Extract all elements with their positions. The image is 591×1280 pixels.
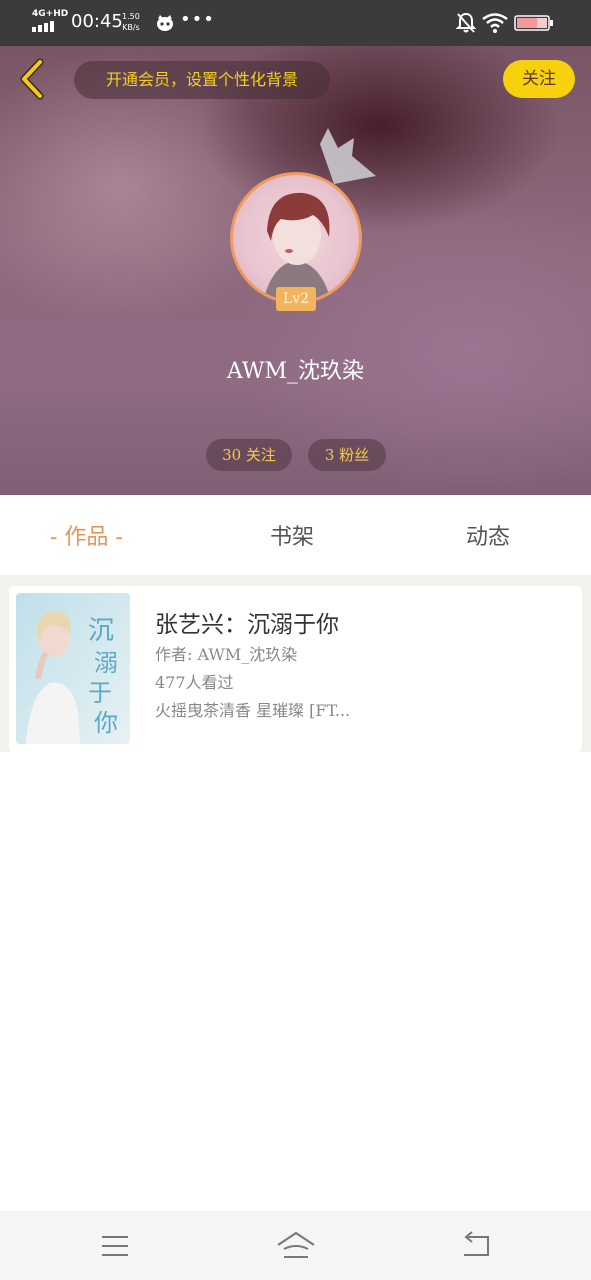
cover-text-1: 沉: [88, 616, 114, 646]
menu-icon[interactable]: [98, 1229, 132, 1263]
tab-bookshelf[interactable]: 书架: [270, 519, 314, 551]
bell-muted-icon: [456, 12, 476, 33]
tab-works[interactable]: - 作品 -: [50, 519, 123, 551]
battery-icon: [514, 15, 553, 31]
tab-activity[interactable]: 动态: [466, 519, 510, 551]
avatar[interactable]: [230, 172, 362, 304]
cover-text-2: 溺: [94, 649, 118, 677]
avatar-portrait: [263, 192, 331, 301]
following-count[interactable]: 30 关注: [206, 439, 292, 471]
more-notifications: •••: [180, 9, 215, 30]
cover-text-3: 于: [88, 679, 112, 707]
level-badge: Lv2: [276, 287, 316, 311]
home-icon[interactable]: [276, 1229, 316, 1263]
wifi-icon: [482, 13, 508, 33]
fans-count[interactable]: 3 粉丝: [308, 439, 386, 471]
clock: 00:45: [71, 11, 123, 32]
book-views: 477人看过: [155, 673, 234, 692]
vip-background-prompt[interactable]: 开通会员，设置个性化背景: [74, 61, 330, 99]
back-icon[interactable]: [458, 1229, 492, 1263]
follow-button[interactable]: 关注: [503, 60, 575, 98]
network-type: 4G+HD: [32, 9, 69, 19]
book-cover[interactable]: 沉 溺 于 你: [16, 593, 130, 744]
profile-tabs: - 作品 - 书架 动态: [0, 495, 591, 575]
signal-icon: [32, 21, 54, 32]
book-author: 作者: AWM_沈玖染: [155, 645, 298, 664]
profile-header: 开通会员，设置个性化背景 关注 Lv2 AWM_沈玖染 30 关注 3 粉丝: [0, 46, 591, 495]
works-list: 沉 溺 于 你 张艺兴：沉溺于你 作者: AWM_沈玖染 477人看过 火摇曳茶…: [0, 575, 591, 752]
cover-text-4: 你: [94, 709, 118, 737]
system-nav-bar: [0, 1211, 591, 1280]
app-notification-icon: [157, 15, 173, 31]
book-tags: 火摇曳茶清香 星璀璨 [FT...: [155, 701, 351, 720]
network-speed: 1.50 KB/s: [122, 12, 140, 32]
book-title[interactable]: 张艺兴：沉溺于你: [155, 605, 339, 639]
username: AWM_沈玖染: [226, 359, 365, 384]
list-item[interactable]: 沉 溺 于 你 张艺兴：沉溺于你 作者: AWM_沈玖染 477人看过 火摇曳茶…: [9, 586, 582, 752]
status-bar: 4G+HD 00:45 1.50 KB/s •••: [0, 0, 591, 46]
chevron-left-icon[interactable]: [12, 56, 52, 102]
